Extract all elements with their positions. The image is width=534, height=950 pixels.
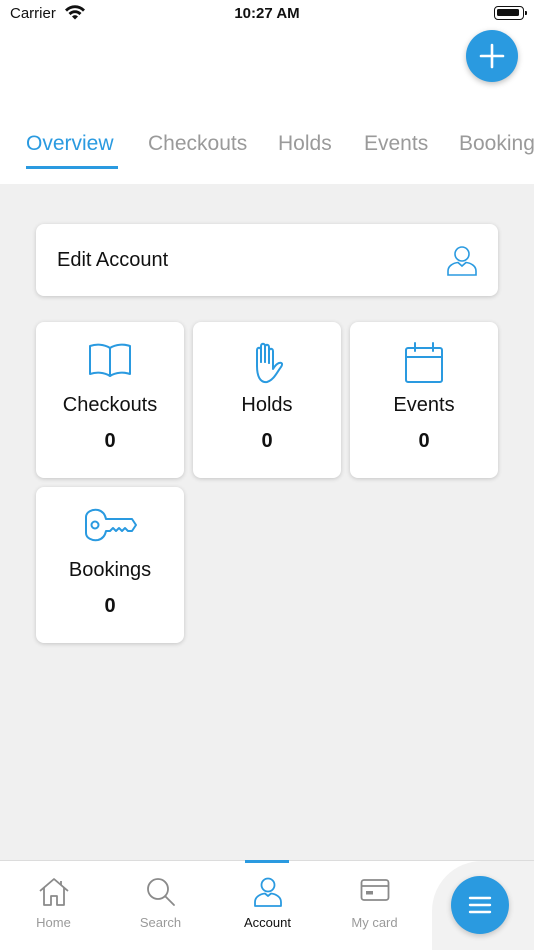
menu-icon	[468, 896, 492, 914]
nav-my-card-label: My card	[351, 915, 398, 930]
card-icon	[321, 877, 428, 903]
edit-account-label: Edit Account	[57, 249, 169, 271]
edit-account-card[interactable]: Edit Account	[36, 224, 498, 296]
book-icon	[36, 342, 184, 378]
status-time: 10:27 AM	[234, 5, 300, 22]
tab-overview[interactable]: Overview	[26, 132, 114, 156]
bookings-tile[interactable]: Bookings 0	[36, 487, 184, 643]
account-tabs: Overview Checkouts Holds Events Bookings	[0, 118, 534, 184]
calendar-icon	[350, 342, 498, 384]
nav-home-label: Home	[36, 915, 71, 930]
active-tab-indicator	[26, 166, 118, 169]
user-icon	[446, 244, 478, 281]
holds-count: 0	[261, 430, 273, 452]
add-button[interactable]	[466, 30, 518, 82]
menu-button[interactable]	[451, 876, 509, 934]
key-icon	[36, 507, 184, 543]
tab-checkouts[interactable]: Checkouts	[148, 132, 247, 156]
tab-holds[interactable]: Holds	[278, 132, 332, 156]
nav-my-card[interactable]: My card	[321, 861, 428, 950]
account-icon	[214, 877, 321, 907]
nav-search[interactable]: Search	[107, 861, 214, 950]
active-nav-indicator	[245, 860, 289, 863]
checkouts-count: 0	[104, 430, 116, 452]
events-label: Events	[393, 394, 455, 416]
checkouts-tile[interactable]: Checkouts 0	[36, 322, 184, 478]
holds-label: Holds	[241, 394, 293, 416]
search-icon	[107, 877, 214, 907]
tab-events[interactable]: Events	[364, 132, 428, 156]
status-bar: Carrier 10:27 AM	[0, 0, 534, 28]
events-count: 0	[418, 430, 430, 452]
bookings-label: Bookings	[68, 559, 152, 581]
bookings-count: 0	[104, 595, 116, 617]
nav-search-label: Search	[139, 915, 182, 930]
nav-account[interactable]: Account	[214, 861, 321, 950]
tab-bookings[interactable]: Bookings	[459, 132, 534, 156]
nav-account-label: Account	[244, 915, 291, 930]
home-icon	[0, 877, 107, 907]
holds-tile[interactable]: Holds 0	[193, 322, 341, 478]
battery-icon	[494, 6, 527, 20]
hand-icon	[193, 342, 341, 384]
nav-home[interactable]: Home	[0, 861, 107, 950]
events-tile[interactable]: Events 0	[350, 322, 498, 478]
checkouts-label: Checkouts	[62, 394, 158, 416]
plus-icon	[479, 43, 505, 69]
overview-content: Edit Account Checkouts 0 Holds 0 Events …	[0, 184, 534, 860]
